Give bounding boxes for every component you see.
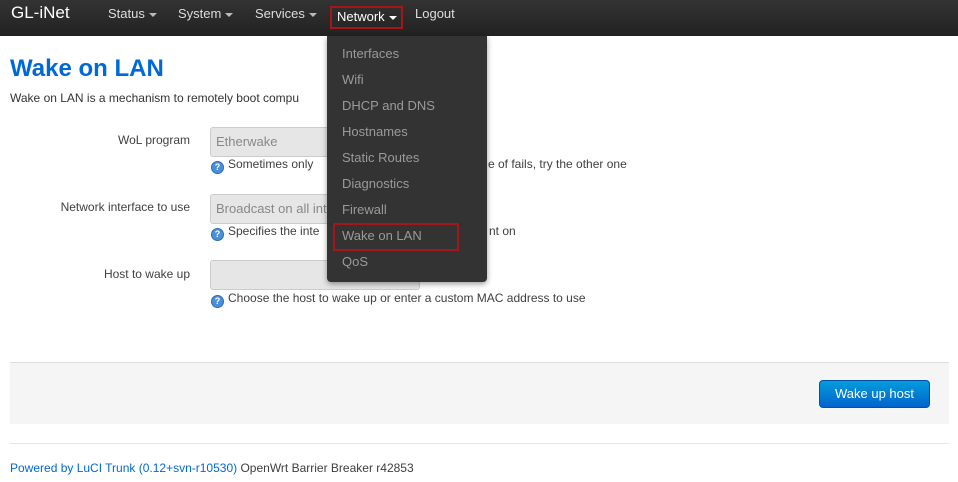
top-navbar: GL-iNet Status System Services Network L… [0, 0, 958, 36]
form-actions-bar: Wake up host [10, 362, 949, 424]
interface-help-text-left: Specifies the inte [228, 224, 320, 238]
menu-item-interfaces[interactable]: Interfaces [342, 44, 399, 64]
nav-logout-label: Logout [415, 6, 455, 21]
menu-item-diagnostics[interactable]: Diagnostics [342, 174, 409, 194]
help-icon: ? [211, 161, 224, 174]
brand-logo[interactable]: GL-iNet [11, 3, 70, 23]
page-description: Wake on LAN is a mechanism to remotely b… [10, 91, 300, 105]
menu-item-dhcp-dns[interactable]: DHCP and DNS [342, 96, 435, 116]
interface-help: ? Specifies the inte [211, 224, 319, 241]
wake-up-host-button[interactable]: Wake up host [819, 380, 930, 408]
menu-item-static-routes[interactable]: Static Routes [342, 148, 419, 168]
menu-item-hostnames[interactable]: Hostnames [342, 122, 408, 142]
help-icon: ? [211, 295, 224, 308]
nav-network[interactable]: Network [330, 6, 403, 29]
chevron-down-icon [388, 15, 397, 20]
nav-logout[interactable]: Logout [415, 0, 455, 30]
menu-item-firewall[interactable]: Firewall [342, 200, 387, 220]
wol-program-help-text-left: Sometimes only [228, 157, 314, 171]
nav-system[interactable]: System [178, 0, 234, 30]
chevron-down-icon [308, 12, 317, 17]
wol-program-label: WoL program [117, 133, 190, 147]
host-help: ? Choose the host to wake up or enter a c… [211, 291, 586, 308]
footer-divider [10, 443, 949, 444]
wol-program-help-text-right: e of fails, try the other one [488, 157, 627, 171]
nav-system-label: System [178, 6, 222, 21]
wol-program-help: ? Sometimes only [211, 157, 313, 174]
nav-status-label: Status [108, 6, 145, 21]
help-icon: ? [211, 228, 224, 241]
nav-status[interactable]: Status [108, 0, 157, 30]
nav-services-label: Services [255, 6, 305, 21]
host-label: Host to wake up [103, 267, 190, 281]
menu-item-wifi[interactable]: Wifi [342, 70, 364, 90]
luci-link[interactable]: Powered by LuCI Trunk (0.12+svn-r10530) [10, 461, 237, 475]
nav-network-label: Network [337, 9, 385, 24]
footer-version-text: OpenWrt Barrier Breaker r42853 [237, 461, 414, 475]
chevron-down-icon [148, 12, 157, 17]
page-title: Wake on LAN [10, 55, 164, 82]
menu-item-qos[interactable]: QoS [342, 252, 368, 272]
interface-label: Network interface to use [60, 200, 190, 214]
wake-on-lan-highlight-box [333, 223, 459, 251]
interface-help-text-right: nt on [489, 224, 516, 238]
chevron-down-icon [225, 12, 234, 17]
footer: Powered by LuCI Trunk (0.12+svn-r10530) … [10, 461, 414, 475]
nav-services[interactable]: Services [255, 0, 317, 30]
host-help-text: Choose the host to wake up or enter a cu… [228, 291, 586, 305]
